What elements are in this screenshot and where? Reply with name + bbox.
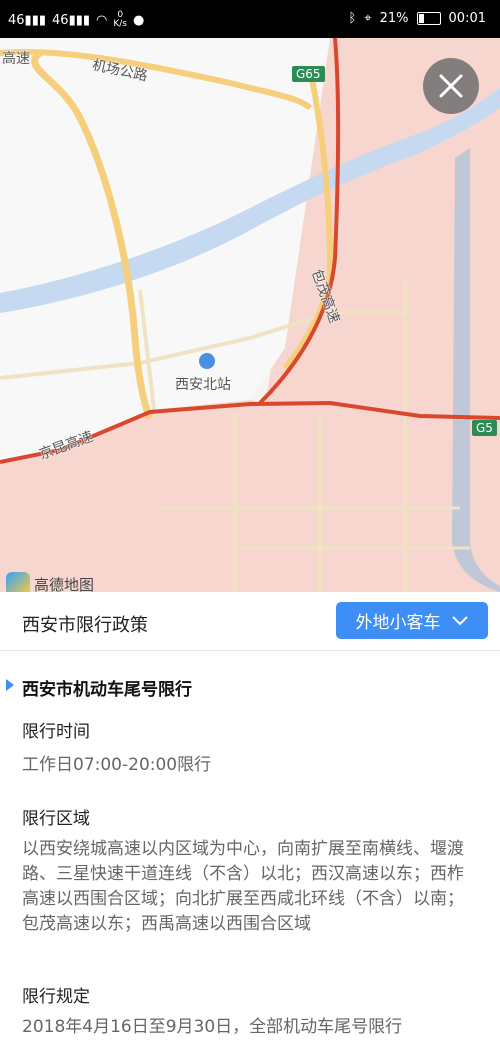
policy-header: 西安市限行政策 外地小客车 — [0, 592, 500, 651]
battery-icon — [416, 12, 441, 25]
close-button[interactable] — [423, 58, 479, 114]
map-canvas — [0, 38, 500, 592]
chevron-down-icon — [451, 615, 468, 625]
rule-value: 2018年4月16日至9月30日，全部机动车尾号限行 — [22, 1017, 403, 1037]
time-value: 工作日07:00-20:00限行 — [22, 755, 212, 775]
clock: 00:01 — [448, 11, 486, 26]
policy-content: 西安市机动车尾号限行 限行时间 工作日07:00-20:00限行 限行区域 以西… — [0, 651, 500, 1037]
amap-logo: 高德地图 — [6, 572, 94, 592]
vehicle-type-dropdown[interactable]: 外地小客车 — [336, 602, 488, 639]
station-icon — [199, 353, 215, 369]
map-view[interactable]: 高速 机场公路 G65 包茂高速 西安北站 京昆高速 G5 高德地图 — [0, 38, 500, 592]
battery-percent: 21% — [379, 11, 409, 26]
signal-icon: 46▮▮▮ — [8, 12, 47, 28]
g65-badge-right: G5 — [472, 420, 497, 436]
signal-icon-2: 46▮▮▮ — [52, 12, 91, 28]
area-value: 以西安绕城高速以内区域为中心，向南扩展至南横线、堰渡路、三星快速干道连线（不含）… — [22, 839, 464, 934]
city-policy-title: 西安市限行政策 — [22, 615, 148, 636]
location-icon: ⌖ — [364, 11, 372, 26]
bluetooth-icon: ᛒ — [348, 11, 357, 26]
network-speed: 0 K/s — [113, 10, 127, 29]
triangle-icon — [6, 679, 14, 691]
close-icon — [439, 74, 463, 98]
section-title: 西安市机动车尾号限行 — [22, 680, 192, 700]
status-left: 46▮▮▮ 46▮▮▮ ◠ 0 K/s ● — [8, 11, 144, 29]
amap-logo-text: 高德地图 — [34, 575, 95, 593]
time-label: 限行时间 — [22, 722, 90, 742]
vehicle-type-label: 外地小客车 — [355, 613, 441, 633]
wifi-icon: ◠ — [96, 12, 108, 28]
amap-logo-icon — [6, 572, 30, 592]
area-label: 限行区域 — [22, 809, 90, 829]
rule-label: 限行规定 — [22, 987, 90, 1007]
map-label-station: 西安北站 — [175, 377, 231, 393]
status-right: ᛒ ⌖ 21% 00:01 — [348, 11, 486, 26]
map-label-highway: 高速 — [2, 51, 30, 67]
g65-badge: G65 — [292, 66, 325, 82]
status-bar: 46▮▮▮ 46▮▮▮ ◠ 0 K/s ● ᛒ ⌖ 21% 00:01 — [0, 0, 500, 38]
wechat-icon: ● — [133, 12, 145, 28]
